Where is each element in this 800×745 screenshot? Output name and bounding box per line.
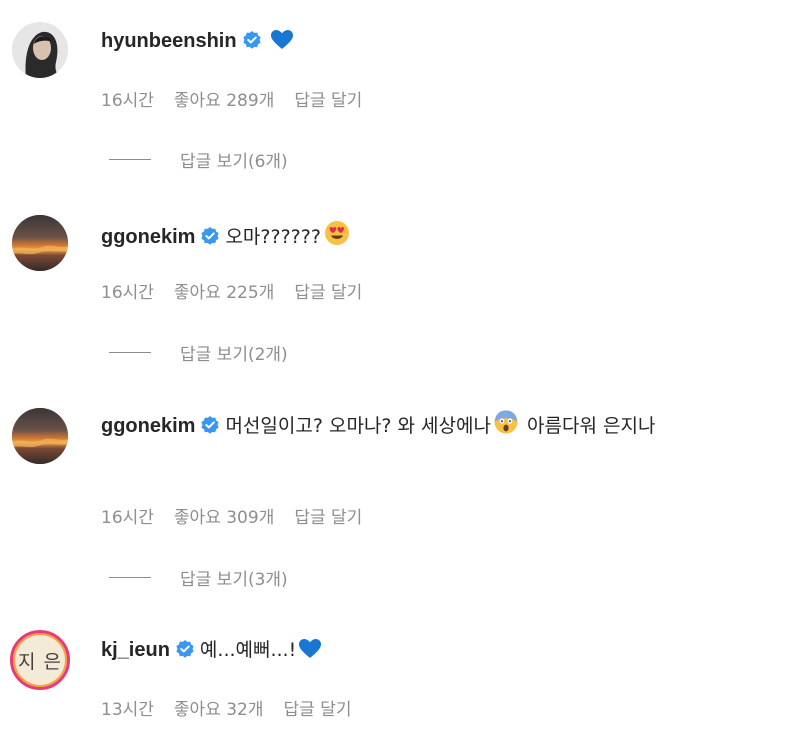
divider-line xyxy=(109,577,151,578)
blue-heart-icon xyxy=(298,638,322,659)
view-replies-label: 답글 보기(2개) xyxy=(180,345,288,365)
like-count[interactable]: 좋아요 225개 xyxy=(174,283,274,303)
like-count[interactable]: 좋아요 32개 xyxy=(174,700,264,720)
like-count[interactable]: 좋아요 309개 xyxy=(174,508,274,528)
comment-line: ggonekim 오마?????? xyxy=(101,220,353,250)
timestamp: 16시간 xyxy=(101,91,154,111)
reply-button[interactable]: 답글 달기 xyxy=(294,508,362,528)
verified-badge-icon xyxy=(175,639,195,659)
avatar[interactable]: 지 은 xyxy=(10,630,70,690)
avatar[interactable] xyxy=(12,22,68,78)
comment-meta: 13시간 좋아요 32개 답글 달기 xyxy=(101,695,372,720)
blue-heart-icon xyxy=(270,29,294,50)
comment-text: 예...예뻐...! xyxy=(199,639,297,661)
comment-meta: 16시간 좋아요 309개 답글 달기 xyxy=(101,503,382,528)
timestamp: 16시간 xyxy=(101,283,154,303)
view-replies-button[interactable]: 답글 보기(3개) xyxy=(109,565,288,590)
avatar[interactable] xyxy=(12,215,68,271)
username-link[interactable]: kj_ieun xyxy=(101,639,170,661)
screaming-face-emoji-icon xyxy=(494,409,518,435)
username-link[interactable]: hyunbeenshin xyxy=(101,30,237,52)
verified-badge-icon xyxy=(200,415,220,435)
view-replies-label: 답글 보기(3개) xyxy=(180,570,288,590)
comment-line: ggonekim 머선일이고? 오마나? 와 세상에나 아름다워 은지나 xyxy=(101,409,791,442)
avatar[interactable] xyxy=(12,408,68,464)
heart-eyes-emoji-icon xyxy=(324,220,350,246)
timestamp: 16시간 xyxy=(101,508,154,528)
username-link[interactable]: ggonekim xyxy=(101,226,195,248)
verified-badge-icon xyxy=(242,30,262,50)
view-replies-button[interactable]: 답글 보기(2개) xyxy=(109,340,288,365)
view-replies-label: 답글 보기(6개) xyxy=(180,152,288,172)
comment-text: 머선일이고? 오마나? 와 세상에나 xyxy=(225,415,491,437)
comment-meta: 16시간 좋아요 289개 답글 달기 xyxy=(101,86,382,111)
like-count[interactable]: 좋아요 289개 xyxy=(174,91,274,111)
comment-line: kj_ieun 예...예뻐...! xyxy=(101,637,322,663)
reply-button[interactable]: 답글 달기 xyxy=(294,91,362,111)
reply-button[interactable]: 답글 달기 xyxy=(294,283,362,303)
timestamp: 13시간 xyxy=(101,700,154,720)
divider-line xyxy=(109,159,151,160)
username-link[interactable]: ggonekim xyxy=(101,415,195,437)
comment-text: 오마?????? xyxy=(225,226,321,248)
divider-line xyxy=(109,352,151,353)
comment-text-continued: 아름다워 은지나 xyxy=(520,415,656,437)
avatar-initials: 지 은 xyxy=(18,650,62,673)
comment-meta: 16시간 좋아요 225개 답글 달기 xyxy=(101,278,382,303)
verified-badge-icon xyxy=(200,226,220,246)
comment-line: hyunbeenshin xyxy=(101,28,294,54)
reply-button[interactable]: 답글 달기 xyxy=(284,700,352,720)
view-replies-button[interactable]: 답글 보기(6개) xyxy=(109,147,288,172)
